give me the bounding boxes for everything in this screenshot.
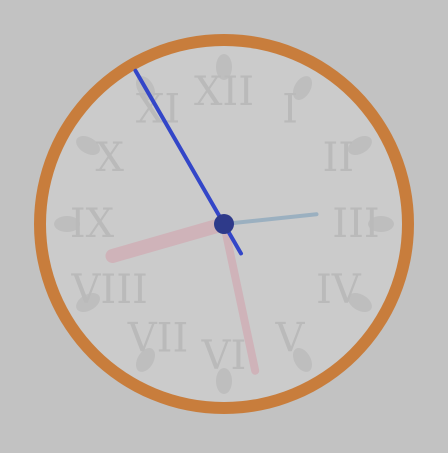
numeral-ii: II xyxy=(323,135,355,181)
numeral-v: V xyxy=(275,315,306,361)
numeral-ix: IX xyxy=(70,201,115,247)
analog-clock: XIIIIIIIIIVVVIVIIVIIIIXXXI xyxy=(0,0,448,448)
numeral-xii: XII xyxy=(194,69,254,115)
numeral-i: I xyxy=(282,87,298,133)
numeral-vi: VI xyxy=(201,333,247,379)
numeral-viii: VIII xyxy=(71,267,148,313)
clock-widget: XIIIIIIIIIVVVIVIIVIIIIXXXI xyxy=(0,0,448,448)
numeral-x: X xyxy=(95,135,124,181)
numeral-iii: III xyxy=(332,201,379,247)
numeral-iv: IV xyxy=(316,267,362,313)
clock-center-cap-icon xyxy=(214,214,234,234)
numeral-vii: VII xyxy=(127,315,189,361)
